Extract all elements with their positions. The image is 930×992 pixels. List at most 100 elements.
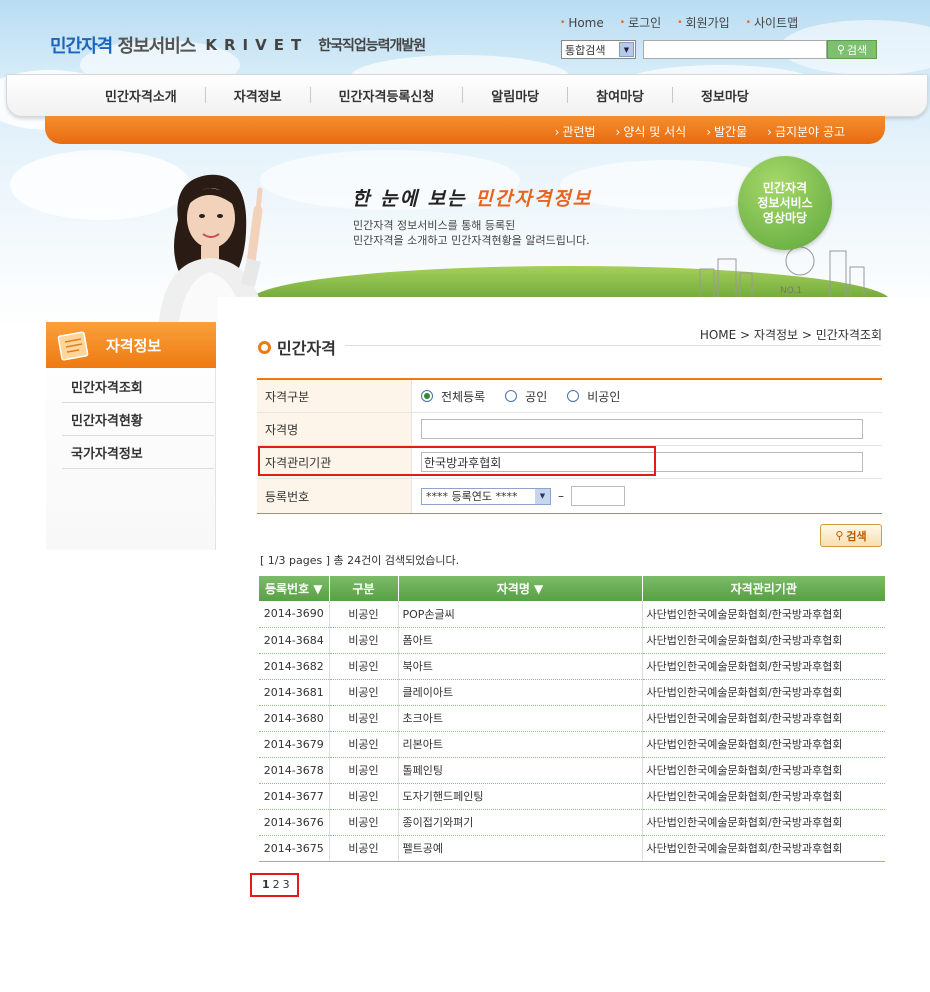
- table-row[interactable]: 2014-3679 비공인 리본아트 사단법인한국예술문화협회/한국방과후협회: [259, 731, 885, 758]
- table-row[interactable]: 2014-3682 비공인 북아트 사단법인한국예술문화협회/한국방과후협회: [259, 653, 885, 680]
- utility-links: • Home • 로그인 • 회원가입 • 사이트맵: [560, 14, 798, 31]
- highlight-box-pagination: [250, 873, 299, 897]
- sidebar-title: 자격정보: [46, 322, 216, 368]
- city-illustration: NO.1: [699, 246, 865, 301]
- cell-name[interactable]: 북아트: [398, 653, 643, 680]
- nav-item-participate[interactable]: 참여마당: [567, 87, 672, 105]
- cell-org: 사단법인한국예술문화협회/한국방과후협회: [642, 705, 885, 732]
- sidebar-item-national[interactable]: 국가자격정보: [62, 436, 214, 469]
- chevron-down-icon: ▼: [619, 42, 634, 57]
- cell-regno: 2014-3690: [259, 601, 330, 628]
- banner-desc: 민간자격 정보서비스를 통해 등록된 민간자격을 소개하고 민간자격현황을 알려…: [353, 219, 590, 247]
- subnav-link-forms[interactable]: 양식 및 서식: [616, 123, 686, 140]
- label-name: 자격명: [257, 413, 412, 445]
- cell-regno: 2014-3677: [259, 783, 330, 810]
- nav-item-info[interactable]: 정보마당: [671, 87, 777, 105]
- cell-type: 비공인: [329, 653, 399, 680]
- cell-name[interactable]: 초크아트: [398, 705, 643, 732]
- sidebar-item-status[interactable]: 민간자격현황: [62, 403, 214, 436]
- table-row[interactable]: 2014-3676 비공인 종이접기와펴기 사단법인한국예술문화협회/한국방과후협회: [259, 809, 885, 836]
- table-row[interactable]: 2014-3677 비공인 도자기핸드페인팅 사단법인한국예술문화협회/한국방과후협회: [259, 783, 885, 810]
- subnav-link-law[interactable]: 관련법: [555, 123, 595, 140]
- subnav-link-publications[interactable]: 발간물: [706, 123, 747, 140]
- radio-all[interactable]: 전체등록: [421, 388, 485, 405]
- search-icon: ⚲: [835, 529, 844, 542]
- cell-name[interactable]: 폼아트: [398, 627, 643, 654]
- util-link-home[interactable]: • Home: [560, 14, 604, 31]
- cell-type: 비공인: [329, 705, 399, 732]
- name-input[interactable]: [421, 419, 863, 439]
- regno-input[interactable]: [571, 486, 625, 506]
- cell-org: 사단법인한국예술문화협회/한국방과후협회: [642, 601, 885, 628]
- search-scope-select[interactable]: 통합검색 ▼: [561, 40, 636, 59]
- global-search-button[interactable]: ⚲ 검색: [827, 40, 877, 59]
- col-header-type: 구분: [329, 576, 399, 601]
- cell-name[interactable]: 펠트공예: [398, 835, 643, 862]
- cell-regno: 2014-3679: [259, 731, 330, 758]
- breadcrumb: HOME > 자격정보 > 민간자격조회: [699, 328, 882, 342]
- cell-name[interactable]: 도자기핸드페인팅: [398, 783, 643, 810]
- subnav-link-banned[interactable]: 금지분야 공고: [767, 123, 845, 140]
- radio-uncertified[interactable]: 비공인: [567, 388, 620, 405]
- col-header-org: 자격관리기관: [642, 576, 885, 601]
- global-search-input[interactable]: [643, 40, 827, 59]
- cell-name[interactable]: 톨페인팅: [398, 757, 643, 784]
- cell-type: 비공인: [329, 757, 399, 784]
- util-link-sitemap[interactable]: • 사이트맵: [746, 14, 798, 31]
- table-row[interactable]: 2014-3675 비공인 펠트공예 사단법인한국예술문화협회/한국방과후협회: [259, 835, 885, 862]
- table-row[interactable]: 2014-3680 비공인 초크아트 사단법인한국예술문화협회/한국방과후협회: [259, 705, 885, 732]
- cell-regno: 2014-3678: [259, 757, 330, 784]
- util-link-join[interactable]: • 회원가입: [677, 14, 729, 31]
- label-regno: 등록번호: [257, 479, 412, 513]
- table-row[interactable]: 2014-3678 비공인 톨페인팅 사단법인한국예술문화협회/한국방과후협회: [259, 757, 885, 784]
- sub-nav: 관련법 양식 및 서식 발간물 금지분야 공고: [45, 116, 885, 144]
- global-search: 통합검색 ▼ ⚲ 검색: [561, 40, 877, 59]
- table-row[interactable]: 2014-3681 비공인 클레이아트 사단법인한국예술문화협회/한국방과후협회: [259, 679, 885, 706]
- radio-icon: [567, 390, 580, 402]
- banner: 한 눈에 보는 민간자격정보 민간자격 정보서비스를 통해 등록된 민간자격을 …: [100, 146, 890, 330]
- cell-regno: 2014-3684: [259, 627, 330, 654]
- cell-org: 사단법인한국예술문화협회/한국방과후협회: [642, 731, 885, 758]
- cell-type: 비공인: [329, 601, 399, 628]
- util-link-login[interactable]: • 로그인: [620, 14, 661, 31]
- cell-org: 사단법인한국예술문화협회/한국방과후협회: [642, 679, 885, 706]
- banner-title: 한 눈에 보는 민간자격정보: [352, 188, 593, 210]
- nav-item-intro[interactable]: 민간자격소개: [77, 87, 205, 105]
- sidebar-item-search[interactable]: 민간자격조회: [62, 370, 214, 403]
- nav-item-register[interactable]: 민간자격등록신청: [309, 87, 463, 105]
- col-header-name[interactable]: 자격명 ▼: [398, 576, 643, 601]
- cell-regno: 2014-3680: [259, 705, 330, 732]
- table-row[interactable]: 2014-3690 비공인 POP손글씨 사단법인한국예술문화협회/한국방과후협회: [259, 601, 885, 628]
- site-logo[interactable]: 민간자격 정보서비스 KRIVET 한국직업능력개발원: [50, 24, 426, 72]
- nav-item-notice[interactable]: 알림마당: [462, 87, 567, 105]
- cell-name[interactable]: 클레이아트: [398, 679, 643, 706]
- cell-name[interactable]: POP손글씨: [398, 601, 643, 628]
- cell-regno: 2014-3675: [259, 835, 330, 862]
- radio-certified[interactable]: 공인: [505, 388, 547, 405]
- cell-name[interactable]: 리본아트: [398, 731, 643, 758]
- page-title: 민간자격: [258, 335, 336, 359]
- table-row[interactable]: 2014-3684 비공인 폼아트 사단법인한국예술문화협회/한국방과후협회: [259, 627, 885, 654]
- main-nav: 민간자격소개 자격정보 민간자격등록신청 알림마당 참여마당 정보마당: [6, 74, 928, 117]
- cell-org: 사단법인한국예술문화협회/한국방과후협회: [642, 653, 885, 680]
- cell-type: 비공인: [329, 731, 399, 758]
- cell-type: 비공인: [329, 783, 399, 810]
- col-header-regno[interactable]: 등록번호 ▼: [259, 576, 330, 601]
- logo-text-b: 정보서비스: [117, 36, 197, 57]
- chevron-down-icon: ▼: [535, 488, 550, 504]
- cell-org: 사단법인한국예술문화협회/한국방과후협회: [642, 783, 885, 810]
- video-corner-button[interactable]: 민간자격 정보서비스 영상마당: [738, 156, 832, 250]
- search-submit-button[interactable]: ⚲ 검색: [820, 524, 882, 547]
- cell-org: 사단법인한국예술문화협회/한국방과후협회: [642, 835, 885, 862]
- cell-org: 사단법인한국예술문화협회/한국방과후협회: [642, 757, 885, 784]
- highlight-box-org: [258, 446, 656, 476]
- nav-item-qual-info[interactable]: 자격정보: [204, 87, 310, 105]
- cell-type: 비공인: [329, 679, 399, 706]
- reg-year-select[interactable]: **** 등록연도 **** ▼: [421, 487, 551, 505]
- radio-icon-checked: [421, 390, 433, 402]
- svg-text:NO.1: NO.1: [780, 286, 802, 296]
- form-row-name: 자격명: [257, 413, 882, 446]
- radio-icon: [505, 390, 518, 402]
- result-count: [ 1/3 pages ] 총 24건이 검색되었습니다.: [260, 554, 460, 567]
- cell-name[interactable]: 종이접기와펴기: [398, 809, 643, 836]
